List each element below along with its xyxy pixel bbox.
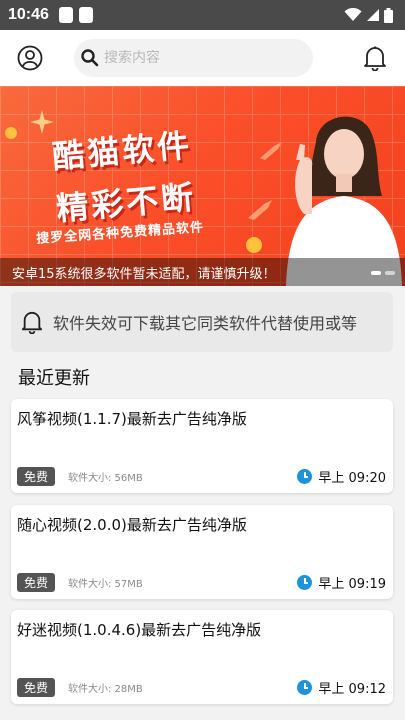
app-title: 风筝视频(1.1.7)最新去广告纯净版	[17, 410, 247, 428]
price-tag: 免费	[17, 573, 56, 592]
notification-icon	[78, 7, 93, 23]
update-time: 早上 09:20	[297, 467, 386, 486]
time-label: 早上 09:20	[318, 471, 386, 486]
status-time: 10:46	[8, 6, 49, 23]
notifications-button[interactable]	[359, 42, 391, 74]
coin-icon	[246, 237, 262, 253]
list-item[interactable]: 好迷视频(1.0.4.6)最新去广告纯净版 免费 软件大小: 28MB 早上 0…	[11, 610, 393, 704]
notification-icon	[58, 7, 73, 23]
section-title: 最近更新	[18, 368, 90, 389]
user-icon	[17, 45, 43, 71]
clock-icon	[297, 469, 313, 484]
file-size: 软件大小: 57MB	[68, 579, 143, 590]
profile-button[interactable]	[14, 42, 46, 74]
app-title: 好迷视频(1.0.4.6)最新去广告纯净版	[17, 621, 262, 639]
search-input[interactable]	[104, 50, 284, 66]
clock-icon	[297, 575, 313, 590]
announcement-text: 软件失效可下载其它同类软件代替使用或等	[53, 314, 358, 333]
list-item[interactable]: 随心视频(2.0.0)最新去广告纯净版 免费 软件大小: 57MB 早上 09:…	[11, 505, 393, 599]
bell-icon	[364, 46, 386, 71]
carousel-dot[interactable]	[371, 271, 381, 275]
update-time: 早上 09:12	[297, 678, 386, 697]
update-time: 早上 09:19	[297, 573, 386, 592]
signal-icon	[367, 9, 379, 21]
carousel-dot[interactable]	[385, 271, 395, 275]
app-header	[0, 30, 405, 86]
file-size: 软件大小: 56MB	[68, 473, 143, 484]
price-tag: 免费	[17, 467, 56, 486]
app-title: 随心视频(2.0.0)最新去广告纯净版	[17, 516, 247, 534]
search-icon	[81, 49, 99, 67]
sparkle-icon	[30, 110, 54, 134]
file-size: 软件大小: 28MB	[68, 684, 143, 695]
banner-caption: 安卓15系统很多软件暂未适配，请谨慎升级！	[0, 258, 405, 286]
promo-banner[interactable]: 酷猫软件 精彩不断 搜罗全网各种免费精品软件 安卓15系统很多软件暂未适配，请谨…	[0, 86, 405, 286]
bell-icon	[21, 311, 43, 334]
coin-icon	[5, 127, 17, 139]
list-item[interactable]: 风筝视频(1.1.7)最新去广告纯净版 免费 软件大小: 56MB 早上 09:…	[11, 399, 393, 493]
time-label: 早上 09:19	[318, 577, 386, 592]
search-bar[interactable]	[74, 39, 313, 77]
wifi-icon	[344, 8, 362, 21]
carousel-indicator	[371, 271, 395, 275]
price-tag: 免费	[17, 678, 56, 697]
announcement-bar[interactable]: 软件失效可下载其它同类软件代替使用或等	[11, 292, 393, 352]
rocket-icon	[248, 200, 272, 220]
battery-icon	[384, 7, 393, 23]
time-label: 早上 09:12	[318, 682, 386, 697]
clock-icon	[297, 680, 313, 695]
status-bar: 10:46	[0, 0, 405, 30]
